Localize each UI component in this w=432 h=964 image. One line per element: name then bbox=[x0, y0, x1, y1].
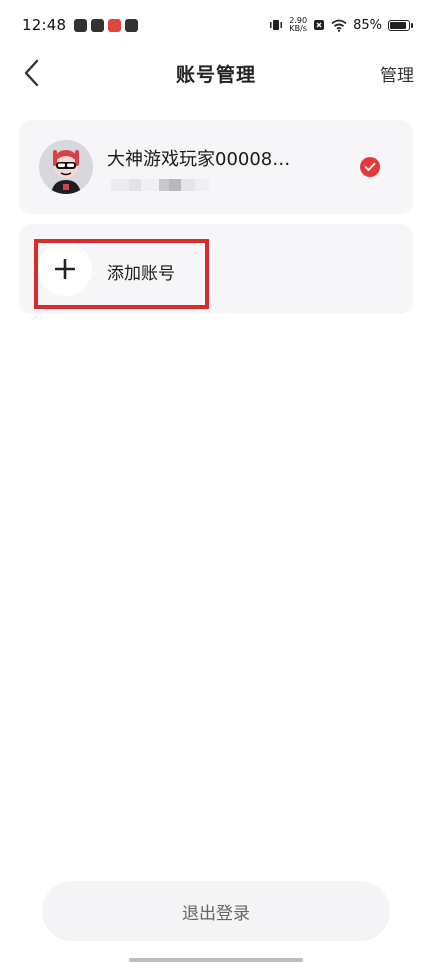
selected-check-icon bbox=[360, 157, 380, 177]
add-account-label: 添加账号 bbox=[107, 264, 175, 284]
status-bar: 12:48 2.90 KB/s 85% bbox=[0, 0, 432, 50]
net-speed: 2.90 KB/s bbox=[289, 17, 307, 33]
vibrate-icon bbox=[270, 20, 283, 30]
avatar-image bbox=[39, 140, 93, 194]
app-icon bbox=[91, 18, 105, 32]
screen: 12:48 2.90 KB/s 85% 账号管理 管理 大神游戏玩家00008…… bbox=[0, 0, 432, 964]
app-red-icon bbox=[108, 18, 122, 32]
header: 账号管理 管理 bbox=[0, 50, 432, 96]
battery-percent: 85% bbox=[353, 17, 382, 33]
bag-icon bbox=[125, 18, 139, 32]
page-title: 账号管理 bbox=[175, 63, 256, 86]
battery-icon bbox=[388, 19, 413, 31]
no-sim-icon bbox=[314, 20, 325, 30]
account-item[interactable]: 大神游戏玩家00008… bbox=[19, 120, 413, 214]
vivo-icon bbox=[74, 18, 88, 32]
plus-icon bbox=[55, 259, 75, 279]
net-speed-unit: KB/s bbox=[289, 24, 307, 33]
status-right: 2.90 KB/s 85% bbox=[269, 17, 413, 33]
check-icon bbox=[364, 162, 376, 171]
wifi-icon bbox=[331, 19, 347, 32]
chevron-left-icon bbox=[24, 59, 39, 87]
avatar bbox=[39, 140, 93, 194]
home-indicator[interactable] bbox=[129, 958, 303, 962]
account-name: 大神游戏玩家00008… bbox=[107, 149, 291, 170]
notification-icons bbox=[74, 18, 139, 32]
add-account-item[interactable]: 添加账号 bbox=[19, 224, 413, 314]
back-button[interactable] bbox=[14, 56, 48, 90]
add-icon-circle bbox=[38, 242, 92, 296]
status-time: 12:48 bbox=[22, 16, 67, 34]
logout-button[interactable]: 退出登录 bbox=[42, 881, 390, 941]
manage-button[interactable]: 管理 bbox=[380, 61, 414, 86]
account-id-blurred bbox=[111, 176, 221, 194]
